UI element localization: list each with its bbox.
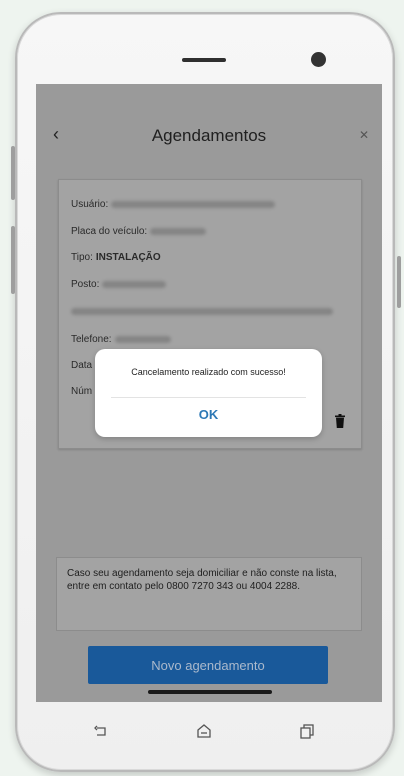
trash-icon[interactable] — [335, 414, 345, 428]
earpiece-speaker — [182, 58, 226, 62]
page-title: Agendamentos — [151, 126, 267, 145]
back-icon[interactable] — [92, 722, 110, 740]
redacted-telefone — [114, 335, 171, 343]
numero-label: Núm — [71, 386, 93, 397]
app-header: ‹ Agendamentos ✕ — [36, 84, 382, 180]
redacted-address — [71, 307, 333, 315]
usuario-field: Usuário: — [71, 199, 276, 210]
success-dialog: Cancelamento realizado com sucesso! OK — [95, 349, 322, 437]
tipo-value: INSTALAÇÃO — [95, 252, 161, 263]
posto-label: Posto: — [71, 279, 100, 290]
telefone-field: Telefone: — [71, 334, 171, 345]
numero-field: Núm — [71, 386, 95, 397]
tipo-label: Tipo: — [71, 252, 93, 263]
redacted-usuario — [111, 200, 276, 208]
front-camera — [311, 52, 326, 67]
system-navbar — [36, 702, 382, 760]
app-screen: ‹ Agendamentos ✕ Usuário: Placa do veícu… — [36, 84, 382, 702]
home-indicator — [148, 690, 272, 694]
volume-up-button — [11, 146, 15, 200]
data-field: Data — [71, 360, 95, 371]
power-button — [397, 256, 401, 308]
home-icon[interactable] — [195, 722, 213, 740]
volume-down-button — [11, 226, 15, 294]
new-appointment-button[interactable]: Novo agendamento — [88, 646, 328, 684]
address-field — [71, 306, 333, 317]
info-box: Caso seu agendamento seja domiciliar e n… — [56, 557, 362, 631]
posto-field: Posto: — [71, 279, 167, 290]
dialog-divider — [111, 397, 306, 398]
redacted-placa — [150, 227, 207, 235]
placa-field: Placa do veículo: — [71, 226, 207, 237]
data-label: Data — [71, 360, 93, 371]
dialog-message: Cancelamento realizado com sucesso! — [131, 367, 286, 377]
placa-label: Placa do veículo: — [71, 226, 148, 237]
telefone-label: Telefone: — [71, 334, 112, 345]
tipo-field: Tipo: INSTALAÇÃO — [71, 252, 161, 263]
usuario-label: Usuário: — [71, 199, 109, 210]
redacted-posto — [102, 280, 167, 288]
info-text: Caso seu agendamento seja domiciliar e n… — [67, 568, 337, 592]
recents-icon[interactable] — [298, 722, 316, 740]
ok-button[interactable]: OK — [95, 407, 322, 422]
close-icon[interactable]: ✕ — [359, 128, 369, 142]
